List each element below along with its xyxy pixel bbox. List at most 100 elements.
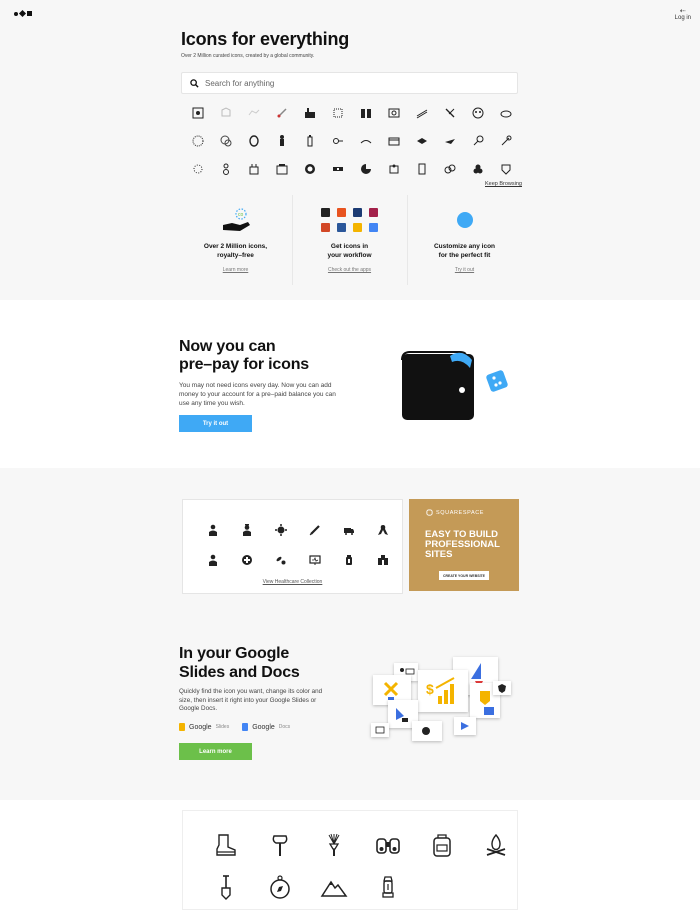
grid-icon[interactable]: [352, 99, 380, 127]
svg-text:$: $: [426, 681, 434, 697]
syringe-icon[interactable]: [298, 515, 332, 545]
grid-icon[interactable]: [492, 155, 520, 183]
google-title-line1: In your Google: [179, 645, 290, 662]
grid-icon[interactable]: [352, 155, 380, 183]
hiking-boot-icon[interactable]: [199, 824, 253, 866]
learn-more-button[interactable]: Learn more: [179, 743, 252, 760]
grid-icon[interactable]: [240, 99, 268, 127]
google-slides-sub: Slides: [215, 724, 230, 730]
grid-icon[interactable]: [324, 99, 352, 127]
slide-thumbnail: [412, 721, 442, 741]
google-slides-badge[interactable]: Google Slides: [179, 723, 229, 731]
ad-headline: EASY TO BUILD PROFESSIONAL SITES: [425, 530, 500, 560]
grid-icon[interactable]: [408, 127, 436, 155]
google-slides-icon: [352, 223, 362, 232]
axe-icon[interactable]: [253, 824, 307, 866]
try-it-out-button[interactable]: Try it out: [179, 415, 252, 432]
torch-icon[interactable]: [307, 824, 361, 866]
monitor-icon[interactable]: [298, 545, 332, 575]
svg-text:co: co: [238, 212, 244, 218]
search-icon: [190, 78, 199, 88]
grid-icon[interactable]: [324, 127, 352, 155]
healthcare-collection-card[interactable]: View Healthcare Collection: [182, 499, 403, 594]
hero-section: ⇠ Log in Icons for everything Over 2 Mil…: [0, 0, 700, 300]
doctor-icon[interactable]: [196, 515, 230, 545]
login-label: Log in: [674, 15, 691, 21]
shovel-icon[interactable]: [199, 866, 253, 908]
grid-icon[interactable]: [436, 127, 464, 155]
backpack-icon[interactable]: [415, 824, 469, 866]
medical-cross-icon[interactable]: [230, 545, 264, 575]
pills-icon[interactable]: [264, 545, 298, 575]
logo[interactable]: [14, 9, 32, 18]
try-it-out-link[interactable]: Try it out: [408, 267, 521, 273]
keep-browsing-link[interactable]: Keep Browsing: [485, 181, 522, 187]
grid-icon[interactable]: [352, 127, 380, 155]
grid-icon[interactable]: [324, 155, 352, 183]
wallet-icon: [400, 350, 515, 430]
check-out-apps-link[interactable]: Check out the apps: [293, 267, 406, 273]
grid-icon[interactable]: [436, 155, 464, 183]
patient-icon[interactable]: [196, 545, 230, 575]
feature-title-line1: Over 2 Million icons,: [203, 243, 268, 250]
grid-icon[interactable]: [212, 155, 240, 183]
grid-icon[interactable]: [380, 127, 408, 155]
grid-icon[interactable]: [380, 99, 408, 127]
binoculars-icon[interactable]: [361, 824, 415, 866]
view-healthcare-link[interactable]: View Healthcare Collection: [183, 579, 402, 585]
compass-icon[interactable]: [253, 866, 307, 908]
google-title-line2: Slides and Docs: [179, 664, 300, 681]
mountain-icon[interactable]: [307, 866, 361, 908]
campfire-icon[interactable]: [469, 824, 523, 866]
learn-more-link[interactable]: Learn more: [179, 267, 292, 273]
prepay-title: Now you can pre–pay for icons: [179, 338, 309, 374]
medicine-bottle-icon[interactable]: [332, 545, 366, 575]
grid-icon[interactable]: [212, 127, 240, 155]
indesign-icon: [368, 208, 378, 217]
google-docs-badge[interactable]: Google Docs: [242, 723, 290, 731]
grid-icon[interactable]: [184, 155, 212, 183]
virus-icon[interactable]: [264, 515, 298, 545]
grid-icon[interactable]: [436, 99, 464, 127]
google-slides-icon: [179, 723, 185, 731]
search-input[interactable]: [205, 78, 505, 88]
slide-thumbnail: $: [418, 670, 468, 712]
grid-icon[interactable]: [464, 155, 492, 183]
grid-icon[interactable]: [464, 99, 492, 127]
hand-icon: co: [179, 205, 292, 235]
hospital-icon[interactable]: [366, 545, 400, 575]
grid-icon[interactable]: [240, 127, 268, 155]
grid-icon[interactable]: [296, 155, 324, 183]
outdoor-collection-card[interactable]: [182, 810, 518, 910]
grid-icon[interactable]: [184, 127, 212, 155]
slide-thumbnail: [493, 681, 511, 695]
lantern-icon[interactable]: [361, 866, 415, 908]
grid-icon[interactable]: [268, 99, 296, 127]
ribbon-icon[interactable]: [366, 515, 400, 545]
grid-icon[interactable]: [408, 155, 436, 183]
grid-icon[interactable]: [464, 127, 492, 155]
app-icons-grid: [320, 208, 379, 232]
feature-workflow: Get icons in your workflow Check out the…: [293, 195, 406, 285]
ad-brand: SQUARESPACE: [426, 509, 484, 516]
grid-icon[interactable]: [184, 99, 212, 127]
grid-icon[interactable]: [492, 99, 520, 127]
ambulance-icon[interactable]: [332, 515, 366, 545]
grid-icon[interactable]: [240, 155, 268, 183]
grid-icon[interactable]: [492, 127, 520, 155]
grid-icon[interactable]: [296, 99, 324, 127]
google-section-title: In your Google Slides and Docs: [179, 644, 300, 682]
create-website-button[interactable]: CREATE YOUR WEBSITE: [439, 571, 489, 580]
grid-icon[interactable]: [268, 127, 296, 155]
slide-thumbnail: [454, 717, 476, 735]
grid-icon[interactable]: [380, 155, 408, 183]
squarespace-ad[interactable]: SQUARESPACE EASY TO BUILD PROFESSIONAL S…: [409, 499, 519, 591]
google-docs-label: Google: [252, 723, 275, 731]
grid-icon[interactable]: [268, 155, 296, 183]
nurse-icon[interactable]: [230, 515, 264, 545]
search-bar[interactable]: [181, 72, 518, 94]
grid-icon[interactable]: [296, 127, 324, 155]
grid-icon[interactable]: [408, 99, 436, 127]
grid-icon[interactable]: [212, 99, 240, 127]
login-link[interactable]: ⇠ Log in: [675, 8, 691, 21]
